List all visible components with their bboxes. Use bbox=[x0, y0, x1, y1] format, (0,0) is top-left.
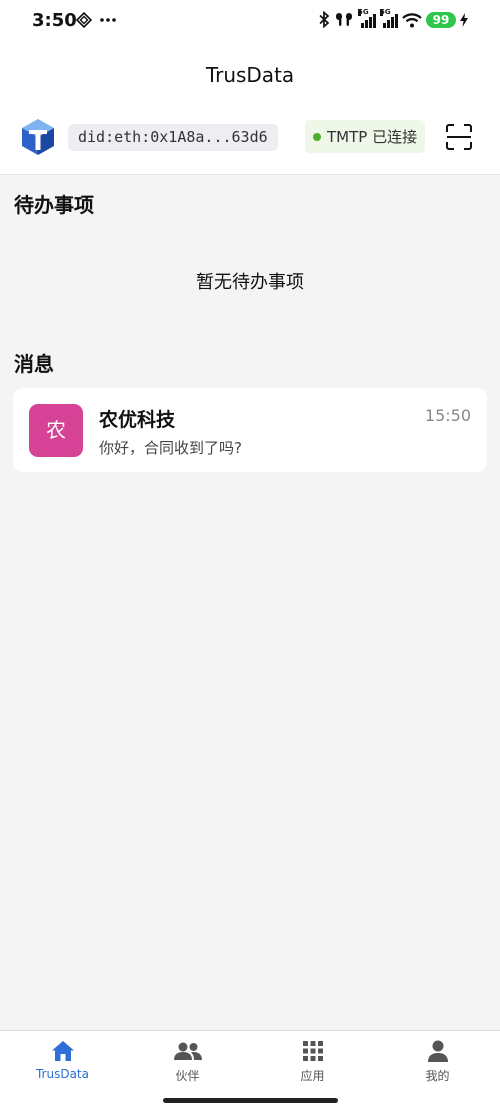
home-indicator[interactable] bbox=[163, 1098, 338, 1103]
nav-label-partners: 伙伴 bbox=[175, 1069, 200, 1083]
message-preview: 你好，合同收到了吗? bbox=[99, 439, 242, 457]
nav-label-apps: 应用 bbox=[300, 1069, 325, 1083]
connection-status-label: TMTP 已连接 bbox=[327, 128, 418, 146]
avatar: 农 bbox=[29, 404, 83, 457]
bluetooth-icon bbox=[319, 11, 330, 28]
signal-icon-2: 5G bbox=[380, 8, 398, 28]
nav-item-partners[interactable]: 伙伴 bbox=[125, 1039, 250, 1084]
did-address[interactable]: did:eth:0x1A8a...63d6 bbox=[68, 124, 278, 151]
status-dot-icon bbox=[313, 132, 321, 141]
status-right-icons: 5G 5G 99 bbox=[318, 8, 468, 28]
message-item[interactable]: 农 农优科技 你好，合同收到了吗? 15:50 bbox=[13, 388, 487, 472]
app-header: TrusData did:eth:0x1A8a...63d6 TMTP 已连接 bbox=[0, 44, 500, 175]
nav-item-apps[interactable]: 应用 bbox=[250, 1039, 375, 1084]
nav-label-trusdata: TrusData bbox=[35, 1067, 89, 1081]
page-title: TrusData bbox=[205, 63, 295, 87]
connection-status-badge: TMTP 已连接 bbox=[305, 120, 426, 153]
status-left-icons bbox=[76, 12, 116, 28]
nav-item-trusdata[interactable]: TrusData bbox=[0, 1039, 125, 1081]
nav-item-me[interactable]: 我的 bbox=[375, 1039, 500, 1084]
nav-label-me: 我的 bbox=[425, 1069, 450, 1083]
status-time: 3:50 bbox=[32, 10, 77, 31]
scan-icon[interactable] bbox=[445, 123, 473, 151]
wifi-icon bbox=[402, 12, 422, 27]
trusdata-logo bbox=[22, 119, 54, 155]
more-dots-icon bbox=[100, 18, 116, 22]
signal-icon: 5G bbox=[358, 8, 376, 28]
battery-indicator: 99 bbox=[426, 11, 456, 28]
earbuds-icon bbox=[336, 13, 352, 26]
people-icon bbox=[173, 1042, 202, 1060]
charging-icon bbox=[460, 12, 468, 27]
grid-icon bbox=[302, 1041, 323, 1061]
app-notification-icon bbox=[76, 12, 92, 28]
todo-empty-text: 暂无待办事项 bbox=[196, 272, 304, 293]
todo-section-title: 待办事项 bbox=[14, 193, 94, 217]
messages-section-title: 消息 bbox=[14, 352, 54, 376]
home-icon bbox=[51, 1041, 74, 1061]
person-icon bbox=[427, 1040, 448, 1062]
status-bar: 3:50 5G 5G 99 bbox=[0, 0, 500, 44]
message-time: 15:50 bbox=[424, 406, 471, 425]
message-sender-name: 农优科技 bbox=[99, 409, 176, 431]
